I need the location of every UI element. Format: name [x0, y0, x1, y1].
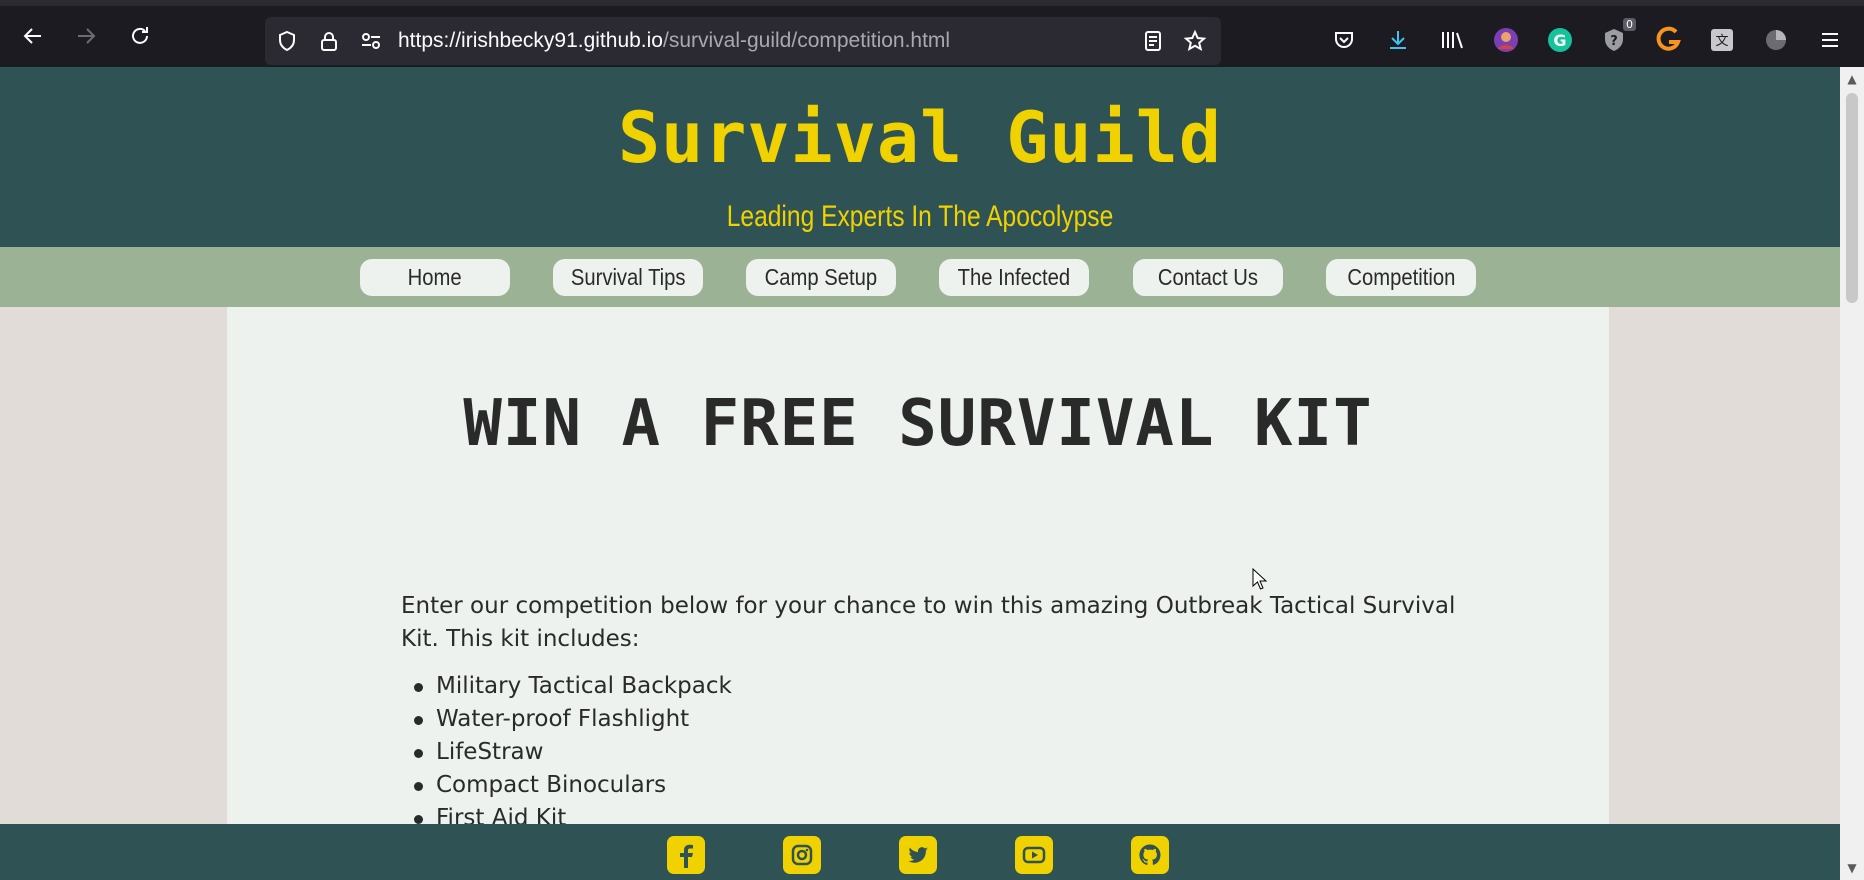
downloads-icon[interactable] [1380, 22, 1416, 58]
nav-item-label: Home [407, 264, 462, 290]
list-item: Compact Binoculars [401, 769, 732, 802]
site-header: Survival Guild Leading Experts In The Ap… [0, 67, 1840, 247]
svg-text:文: 文 [1715, 34, 1728, 49]
shield-icon[interactable] [275, 29, 299, 57]
youtube-icon[interactable] [1015, 836, 1053, 874]
extension-help-icon[interactable]: ? 0 [1596, 18, 1636, 58]
permissions-icon[interactable] [359, 29, 383, 57]
scroll-down-icon[interactable]: ▼ [1840, 856, 1864, 880]
nav-item-the-infected[interactable]: The Infected [939, 259, 1089, 296]
twitter-icon[interactable] [899, 836, 937, 874]
scroll-up-icon[interactable]: ▲ [1840, 67, 1864, 91]
kit-list: Military Tactical Backpack Water-proof F… [401, 670, 732, 835]
list-item: LifeStraw [401, 736, 732, 769]
facebook-icon[interactable] [667, 836, 705, 874]
site-footer [0, 824, 1840, 880]
page-viewport: Survival Guild Leading Experts In The Ap… [0, 67, 1840, 880]
extension-translate-icon[interactable]: 文 [1704, 22, 1740, 58]
forward-icon[interactable] [66, 16, 106, 56]
lock-icon[interactable] [317, 29, 341, 57]
url-bar[interactable]: https://irishbecky91.github.io/survival-… [265, 17, 1221, 65]
site-subtitle: Leading Experts In The Apocolypse [726, 200, 1114, 233]
browser-toolbar: https://irishbecky91.github.io/survival-… [0, 0, 1864, 67]
profile-icon[interactable] [1488, 22, 1524, 58]
library-icon[interactable] [1434, 22, 1470, 58]
nav-item-label: Competition [1346, 264, 1455, 290]
nav-item-home[interactable]: Home [360, 259, 510, 296]
nav-item-survival-tips[interactable]: Survival Tips [553, 259, 703, 296]
svg-text:?: ? [1610, 34, 1618, 49]
competition-intro: Enter our competition below for your cha… [401, 593, 1456, 652]
extension-badge: 0 [1623, 18, 1636, 31]
back-icon[interactable] [13, 16, 53, 56]
reader-view-icon[interactable] [1141, 29, 1165, 57]
mouse-cursor-icon [1252, 567, 1268, 594]
menu-icon[interactable] [1812, 22, 1848, 58]
site-title[interactable]: Survival Guild [0, 97, 1840, 179]
nav-item-label: The Infected [957, 264, 1071, 290]
page-scrollbar[interactable]: ▲ ▼ [1840, 67, 1864, 880]
nav-item-label: Camp Setup [764, 264, 878, 290]
url-path: /survival-guild/competition.html [662, 29, 951, 52]
nav-item-contact-us[interactable]: Contact Us [1133, 259, 1283, 296]
bookmark-star-icon[interactable] [1183, 29, 1207, 57]
extension-stats-icon[interactable] [1758, 22, 1794, 58]
main-content: WIN A FREE SURVIVAL KIT Enter our compet… [227, 307, 1609, 880]
reload-icon[interactable] [120, 16, 160, 56]
page-heading: WIN A FREE SURVIVAL KIT [463, 387, 1373, 461]
url-host: https://irishbecky91.github.io [398, 29, 663, 52]
nav-item-competition[interactable]: Competition [1326, 259, 1476, 296]
github-icon[interactable] [1131, 836, 1169, 874]
extension-orange-icon[interactable] [1650, 22, 1686, 58]
main-nav: Home Survival Tips Camp Setup The Infect… [0, 247, 1840, 307]
url-text[interactable]: https://irishbecky91.github.io/survival-… [398, 29, 950, 53]
scroll-thumb[interactable] [1846, 93, 1858, 303]
nav-item-label: Survival Tips [570, 264, 686, 290]
grammarly-icon[interactable]: G [1542, 22, 1578, 58]
svg-text:G: G [1553, 31, 1566, 50]
list-item: Military Tactical Backpack [401, 670, 732, 703]
list-item: Water-proof Flashlight [401, 703, 732, 736]
pocket-icon[interactable] [1326, 22, 1362, 58]
nav-item-label: Contact Us [1157, 264, 1259, 290]
instagram-icon[interactable] [783, 836, 821, 874]
nav-item-camp-setup[interactable]: Camp Setup [746, 259, 896, 296]
